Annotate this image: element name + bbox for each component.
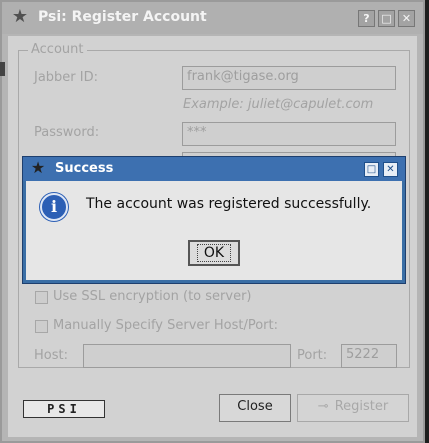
- ssl-checkbox[interactable]: [35, 291, 48, 304]
- manual-host-label: Manually Specify Server Host/Port:: [53, 318, 279, 333]
- port-input[interactable]: 5222: [341, 344, 397, 368]
- jid-label: Jabber ID:: [34, 70, 99, 85]
- success-dialog: ★ Success □ ✕ i The account was register…: [22, 156, 406, 284]
- ok-button[interactable]: OK: [188, 240, 240, 266]
- psi-star-icon: ★: [11, 6, 29, 27]
- title-bar[interactable]: ★ Psi: Register Account ? □ ✕: [2, 2, 423, 34]
- success-message: The account was registered successfully.: [86, 196, 372, 212]
- manual-host-checkbox[interactable]: [35, 320, 48, 333]
- ssl-label: Use SSL encryption (to server): [53, 289, 252, 304]
- success-title: Success: [55, 161, 114, 176]
- success-title-bar[interactable]: ★ Success □ ✕: [23, 157, 405, 181]
- key-icon: ⊸: [317, 399, 329, 414]
- account-group-label: Account: [28, 42, 87, 57]
- jid-example: Example: juliet@capulet.com: [183, 97, 374, 112]
- success-content: i The account was registered successfull…: [26, 181, 402, 280]
- info-icon: i: [40, 193, 68, 221]
- window-title: Psi: Register Account: [38, 9, 207, 25]
- psi-logo: PSI: [23, 400, 105, 418]
- host-input[interactable]: [83, 344, 291, 368]
- success-close-button[interactable]: ✕: [383, 162, 398, 177]
- password-label: Password:: [34, 125, 100, 140]
- psi-star-icon: ★: [30, 158, 46, 177]
- maximize-button[interactable]: □: [378, 10, 395, 27]
- desktop-fragment: [0, 62, 5, 76]
- port-label: Port:: [297, 348, 328, 363]
- register-button[interactable]: ⊸ Register: [297, 394, 409, 422]
- ok-button-label: OK: [196, 244, 232, 262]
- success-maximize-button[interactable]: □: [364, 162, 379, 177]
- close-button[interactable]: Close: [219, 394, 291, 422]
- register-button-label: Register: [334, 399, 389, 414]
- close-window-button[interactable]: ✕: [398, 10, 415, 27]
- password-input[interactable]: ***: [182, 122, 396, 146]
- jid-input[interactable]: frank@tigase.org: [182, 66, 396, 90]
- host-label: Host:: [34, 348, 68, 363]
- help-button[interactable]: ?: [358, 10, 375, 27]
